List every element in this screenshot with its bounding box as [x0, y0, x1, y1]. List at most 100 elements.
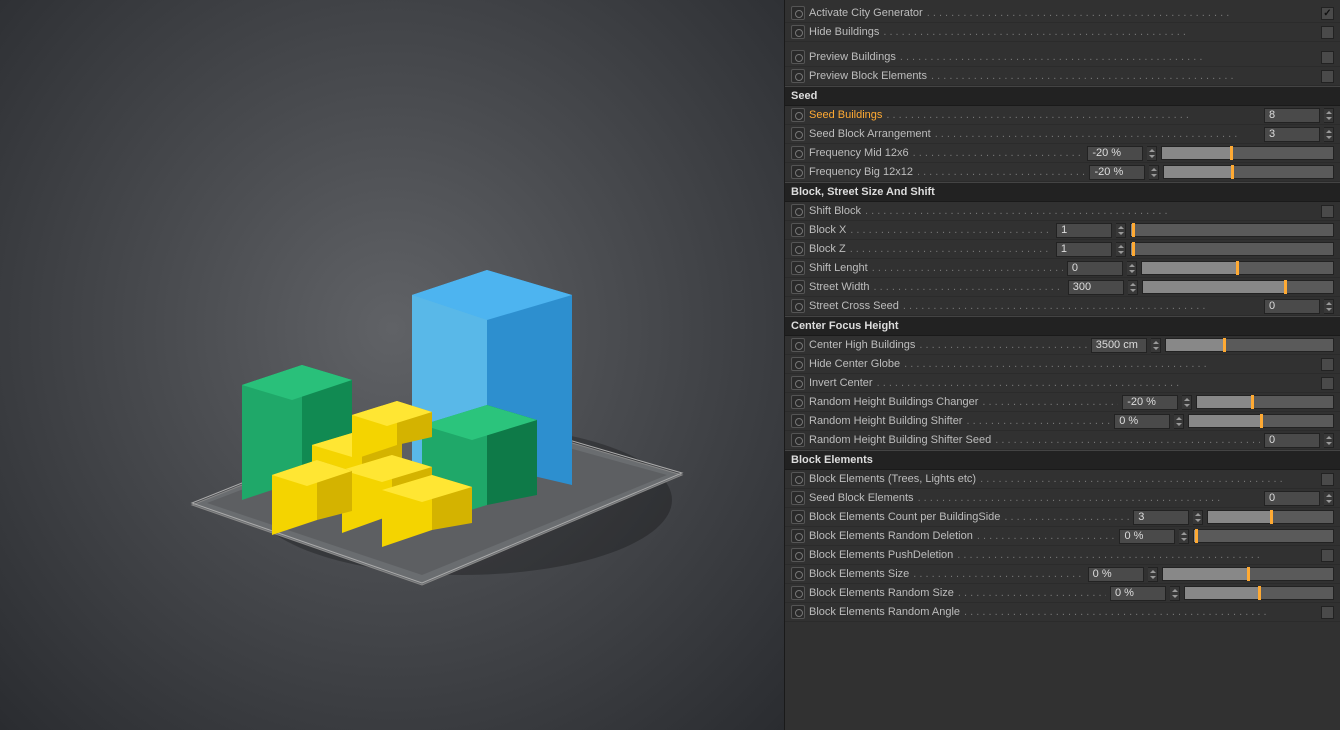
- slider[interactable]: [1162, 567, 1334, 581]
- slider[interactable]: [1207, 510, 1334, 524]
- checkbox[interactable]: [1321, 549, 1334, 562]
- animate-button[interactable]: [791, 69, 805, 83]
- animate-button[interactable]: [791, 6, 805, 20]
- label-dots: . . . . . . . . . . . . . . . . . . . . …: [958, 587, 1106, 599]
- spinner[interactable]: [1116, 223, 1126, 238]
- value-input[interactable]: 0: [1264, 433, 1320, 448]
- checkbox[interactable]: [1321, 51, 1334, 64]
- animate-button[interactable]: [791, 395, 805, 409]
- spinner[interactable]: [1324, 127, 1334, 142]
- slider[interactable]: [1141, 261, 1334, 275]
- spinner[interactable]: [1170, 586, 1180, 601]
- viewport-3d[interactable]: [0, 0, 784, 730]
- spinner[interactable]: [1148, 567, 1158, 582]
- slider[interactable]: [1142, 280, 1334, 294]
- slider[interactable]: [1196, 395, 1334, 409]
- animate-button[interactable]: [791, 50, 805, 64]
- value-input[interactable]: 0 %: [1110, 586, 1166, 601]
- animate-button[interactable]: [791, 223, 805, 237]
- animate-button[interactable]: [791, 414, 805, 428]
- checkbox[interactable]: [1321, 205, 1334, 218]
- value-input[interactable]: 0 %: [1088, 567, 1144, 582]
- value-input[interactable]: 0: [1067, 261, 1123, 276]
- param-row-blockElementsRandomAngle: Block Elements Random Angle. . . . . . .…: [785, 603, 1340, 622]
- value-input[interactable]: 300: [1068, 280, 1124, 295]
- slider[interactable]: [1161, 146, 1334, 160]
- param-row-hideBuildings: Hide Buildings. . . . . . . . . . . . . …: [785, 23, 1340, 42]
- spinner[interactable]: [1116, 242, 1126, 257]
- animate-button[interactable]: [791, 108, 805, 122]
- spinner[interactable]: [1324, 299, 1334, 314]
- slider[interactable]: [1184, 586, 1334, 600]
- animate-button[interactable]: [791, 146, 805, 160]
- spinner[interactable]: [1128, 280, 1138, 295]
- spinner[interactable]: [1193, 510, 1203, 525]
- value-input[interactable]: 1: [1056, 242, 1112, 257]
- spinner[interactable]: [1151, 338, 1161, 353]
- spinner[interactable]: [1324, 433, 1334, 448]
- animate-button[interactable]: [791, 127, 805, 141]
- value-input[interactable]: -20 %: [1089, 165, 1145, 180]
- animate-button[interactable]: [791, 338, 805, 352]
- param-row-seedBuildings: Seed Buildings. . . . . . . . . . . . . …: [785, 106, 1340, 125]
- animate-button[interactable]: [791, 567, 805, 581]
- slider[interactable]: [1130, 242, 1334, 256]
- animate-button[interactable]: [791, 548, 805, 562]
- value-input[interactable]: 0 %: [1119, 529, 1175, 544]
- animate-button[interactable]: [791, 242, 805, 256]
- spinner[interactable]: [1147, 146, 1157, 161]
- animate-button[interactable]: [791, 605, 805, 619]
- slider[interactable]: [1163, 165, 1334, 179]
- value-input[interactable]: 3: [1133, 510, 1189, 525]
- animate-button[interactable]: [791, 165, 805, 179]
- param-label: Street Width: [809, 281, 870, 293]
- animate-button[interactable]: [791, 280, 805, 294]
- animate-button[interactable]: [791, 586, 805, 600]
- value-input[interactable]: 1: [1056, 223, 1112, 238]
- animate-button[interactable]: [791, 261, 805, 275]
- animate-button[interactable]: [791, 25, 805, 39]
- animate-button[interactable]: [791, 376, 805, 390]
- label-dots: . . . . . . . . . . . . . . . . . . . . …: [900, 51, 1317, 63]
- value-input[interactable]: 0: [1264, 299, 1320, 314]
- spinner[interactable]: [1179, 529, 1189, 544]
- animate-button[interactable]: [791, 357, 805, 371]
- label-dots: . . . . . . . . . . . . . . . . . . . . …: [995, 434, 1260, 446]
- animate-button[interactable]: [791, 472, 805, 486]
- value-input[interactable]: 0: [1264, 491, 1320, 506]
- animate-button[interactable]: [791, 510, 805, 524]
- slider[interactable]: [1165, 338, 1334, 352]
- slider[interactable]: [1130, 223, 1334, 237]
- checkbox[interactable]: [1321, 473, 1334, 486]
- checkbox[interactable]: ✓: [1321, 7, 1334, 20]
- slider[interactable]: [1193, 529, 1334, 543]
- spinner[interactable]: [1127, 261, 1137, 276]
- slider[interactable]: [1188, 414, 1334, 428]
- value-input[interactable]: 3500 cm: [1091, 338, 1147, 353]
- spinner[interactable]: [1182, 395, 1192, 410]
- animate-button[interactable]: [791, 529, 805, 543]
- checkbox[interactable]: [1321, 606, 1334, 619]
- param-row-centerHighBuildings: Center High Buildings. . . . . . . . . .…: [785, 336, 1340, 355]
- checkbox[interactable]: [1321, 26, 1334, 39]
- section-block: Block, Street Size And Shift: [785, 182, 1340, 202]
- animate-button[interactable]: [791, 299, 805, 313]
- spinner[interactable]: [1174, 414, 1184, 429]
- animate-button[interactable]: [791, 491, 805, 505]
- param-row-seedBlockArrangement: Seed Block Arrangement. . . . . . . . . …: [785, 125, 1340, 144]
- spinner[interactable]: [1324, 108, 1334, 123]
- value-input[interactable]: -20 %: [1122, 395, 1178, 410]
- spinner[interactable]: [1324, 491, 1334, 506]
- spinner[interactable]: [1149, 165, 1159, 180]
- value-input[interactable]: -20 %: [1087, 146, 1143, 161]
- checkbox[interactable]: [1321, 377, 1334, 390]
- checkbox[interactable]: [1321, 358, 1334, 371]
- label-dots: . . . . . . . . . . . . . . . . . . . . …: [874, 281, 1064, 293]
- animate-button[interactable]: [791, 433, 805, 447]
- value-input[interactable]: 0 %: [1114, 414, 1170, 429]
- value-input[interactable]: 8: [1264, 108, 1320, 123]
- value-input[interactable]: 3: [1264, 127, 1320, 142]
- param-label: Activate City Generator: [809, 7, 923, 19]
- animate-button[interactable]: [791, 204, 805, 218]
- checkbox[interactable]: [1321, 70, 1334, 83]
